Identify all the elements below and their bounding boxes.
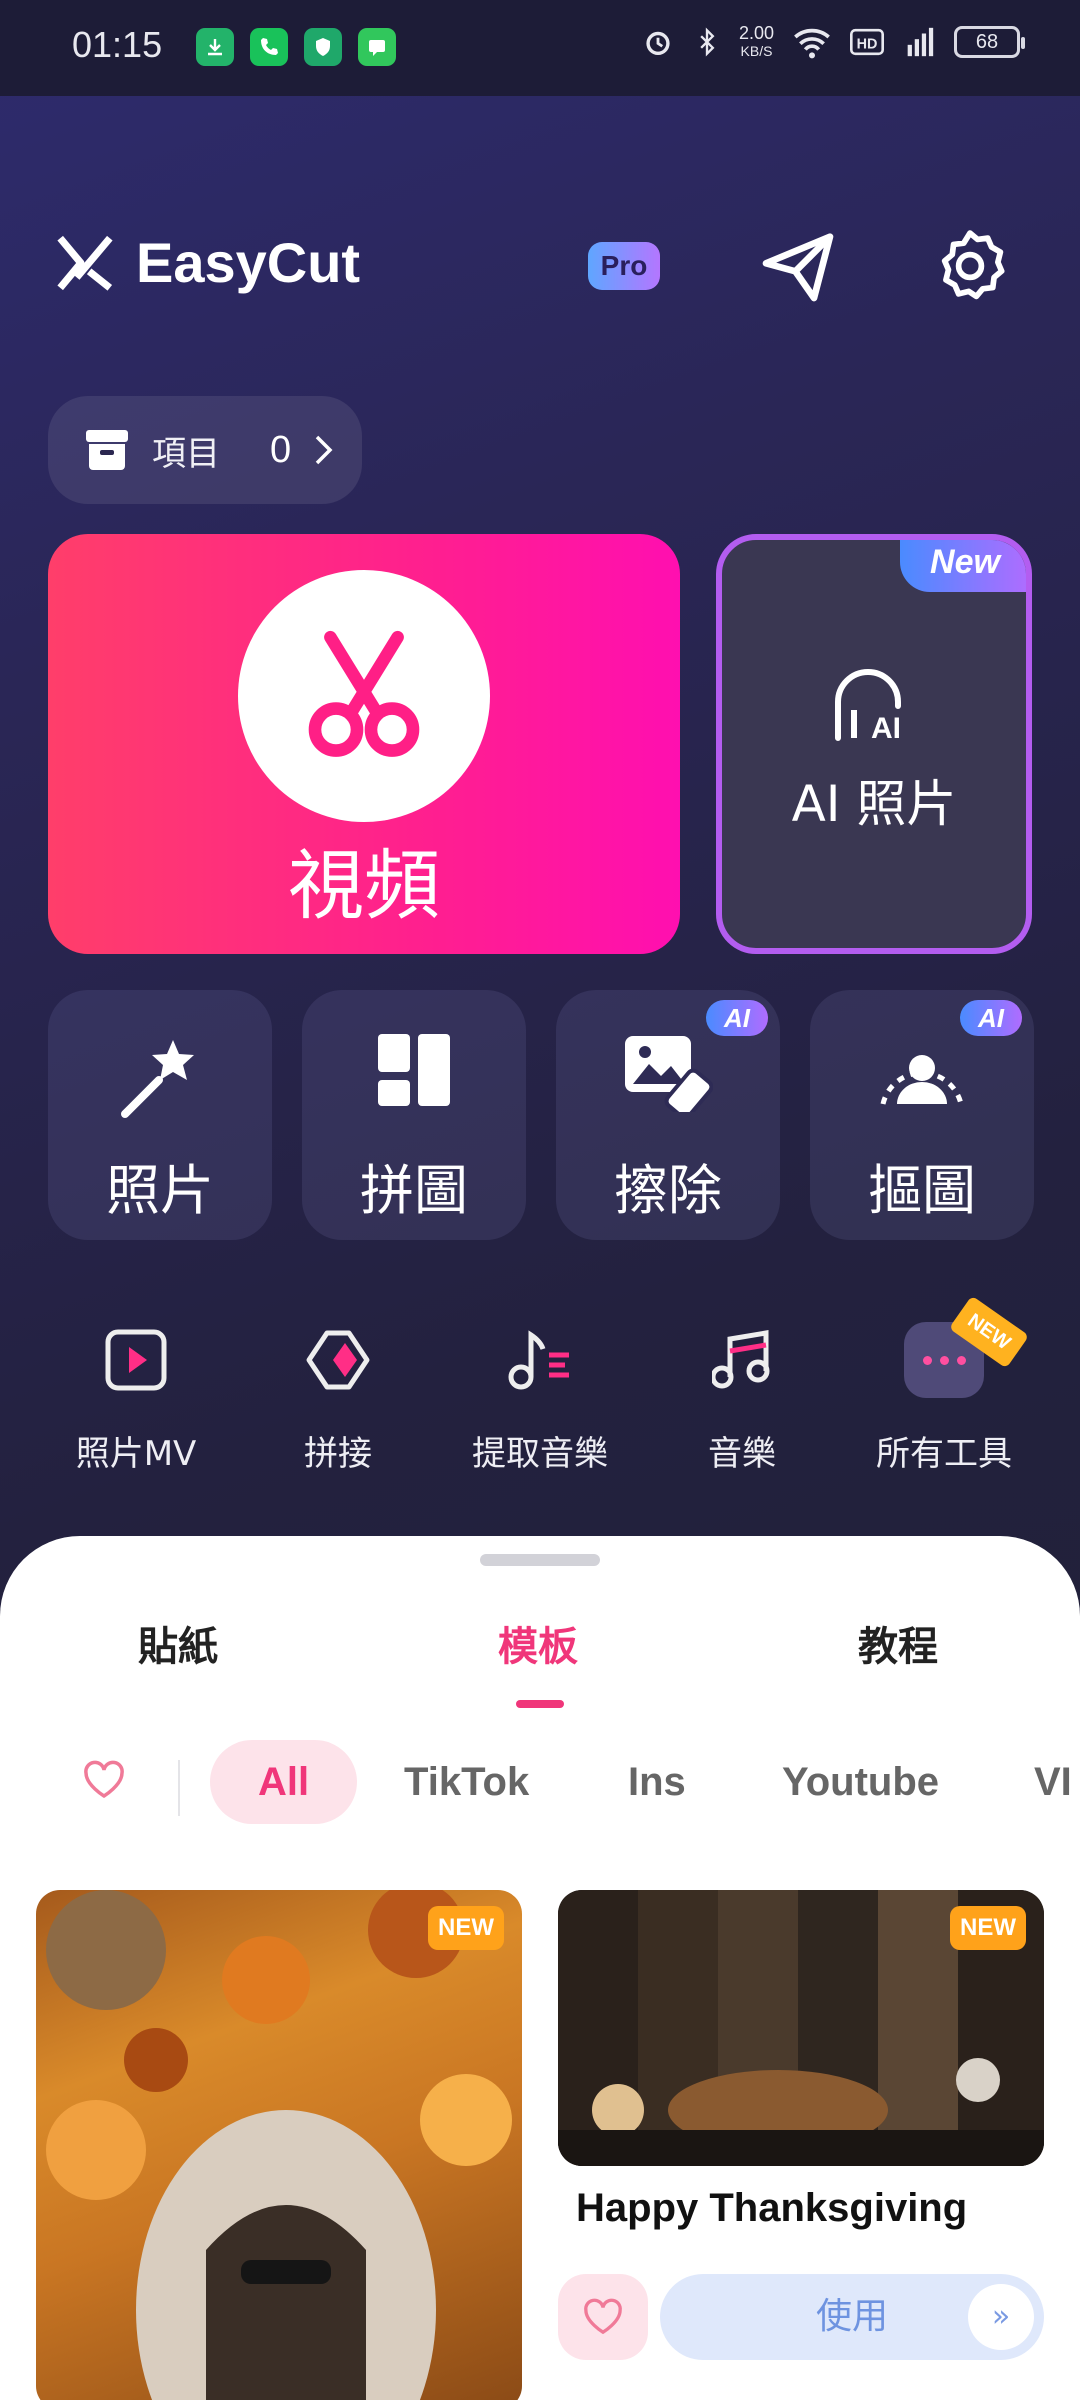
play-square-icon [36, 1320, 236, 1400]
ai-photo-card[interactable]: New AI AI 照片 [716, 534, 1032, 954]
alarm-icon [646, 31, 670, 56]
favorites-chip[interactable] [82, 1760, 126, 1804]
extract-music-icon [440, 1320, 640, 1400]
projects-button[interactable]: 項目 0 [48, 396, 362, 504]
app-header: EasyCut Pro [54, 220, 1026, 310]
status-system-icons: 2.00 KB/S HD 68 [641, 23, 1025, 60]
music-note-icon [642, 1320, 842, 1400]
tile-label: 照片 [106, 1159, 214, 1222]
double-chevron-icon: » [968, 2284, 1034, 2350]
tool-label: 所有工具 [876, 1434, 1012, 1474]
bottom-sheet: 貼紙 模板 教程 All TikTok Ins Youtube VI NEW N… [0, 1536, 1080, 2400]
tile-label: 摳圖 [868, 1159, 976, 1222]
tool-extract-music[interactable]: 提取音樂 [440, 1320, 640, 1475]
tool-label: 照片MV [75, 1434, 197, 1474]
new-tag: New [900, 540, 1026, 592]
tool-photo-mv[interactable]: 照片MV [36, 1320, 236, 1475]
bluetooth-icon [700, 27, 715, 57]
tile-photo[interactable]: 照片 [48, 990, 272, 1240]
heart-icon [584, 2298, 622, 2335]
brand: EasyCut [54, 230, 360, 295]
ai-badge: AI [960, 1000, 1022, 1036]
hd-icon: HD [850, 28, 884, 56]
easycut-logo-icon [57, 235, 113, 291]
chip-divider [178, 1760, 180, 1816]
message-icon [358, 28, 396, 66]
gear-icon [941, 230, 1005, 300]
status-time: 01:15 [72, 24, 163, 65]
network-speed: 2.00 KB/S [738, 23, 774, 59]
svg-text:AI: AI [871, 712, 901, 744]
tool-label: 提取音樂 [472, 1434, 608, 1474]
collage-icon [302, 1032, 526, 1108]
new-badge: NEW [428, 1906, 504, 1950]
ai-badge: AI [706, 1000, 768, 1036]
magic-wand-icon [48, 1032, 272, 1122]
active-tab-indicator [516, 1700, 564, 1708]
brand-name: EasyCut [136, 231, 361, 294]
tile-label: 拼圖 [360, 1159, 468, 1222]
tool-label: 音樂 [708, 1434, 776, 1474]
tool-merge[interactable]: 拼接 [238, 1320, 438, 1475]
chip-ins[interactable]: Ins [628, 1740, 686, 1824]
ai-photo-label: AI 照片 [791, 775, 957, 833]
tab-templates[interactable]: 模板 [498, 1614, 578, 1672]
chip-vi[interactable]: VI [1034, 1740, 1072, 1824]
send-button[interactable] [758, 226, 838, 306]
cutout-icon [810, 1032, 1034, 1112]
favorite-button[interactable] [558, 2274, 648, 2360]
status-app-icons [196, 28, 396, 66]
chip-all[interactable]: All [210, 1740, 358, 1824]
tool-tiles: 照片 拼圖 AI 擦除 AI 摳圖 [48, 990, 1034, 1240]
tool-label: 拼接 [304, 1434, 372, 1474]
battery-indicator: 68 [954, 26, 1025, 58]
signal-icon [907, 27, 934, 57]
projects-count: 0 [270, 428, 292, 471]
use-label: 使用 [815, 2296, 888, 2337]
video-label: 視頻 [288, 841, 440, 930]
tile-label: 擦除 [614, 1159, 722, 1222]
heart-icon [84, 1760, 124, 1799]
chip-youtube[interactable]: Youtube [782, 1740, 939, 1824]
wifi-icon [794, 28, 830, 59]
download-icon [196, 28, 234, 66]
use-template-button[interactable]: 使用 » [660, 2274, 1044, 2360]
tool-music[interactable]: 音樂 [642, 1320, 842, 1475]
ai-portrait-icon: AI [835, 669, 901, 744]
new-badge: NEW [950, 1906, 1026, 1950]
template-title: Happy Thanksgiving [576, 2186, 968, 2230]
phone-icon [250, 28, 288, 66]
pro-button[interactable]: Pro [588, 242, 660, 290]
merge-icon [238, 1320, 438, 1400]
scissors-icon [308, 630, 420, 757]
projects-label: 項目 [152, 433, 220, 474]
tool-all-tools[interactable]: NEW 所有工具 [844, 1295, 1044, 1475]
video-editor-card[interactable]: 視頻 [48, 534, 680, 954]
template-card[interactable]: NEW [36, 1890, 522, 2400]
sheet-drag-handle[interactable] [480, 1554, 600, 1566]
svg-text:HD: HD [857, 37, 878, 53]
shield-icon [304, 28, 342, 66]
small-tools-row: 照片MV 拼接 提取音樂 音樂 NEW 所有工具 [36, 1295, 1044, 1475]
tile-collage[interactable]: 拼圖 [302, 990, 526, 1240]
template-thumbnail [46, 1890, 512, 2400]
tile-cutout[interactable]: AI 摳圖 [810, 990, 1034, 1240]
chip-tiktok[interactable]: TikTok [404, 1740, 529, 1824]
archive-box-icon [86, 430, 128, 470]
paper-plane-icon [762, 233, 834, 302]
scissors-circle [238, 570, 490, 822]
status-bar: 01:15 2.00 KB/S HD 68 [0, 0, 1080, 96]
category-chips: All TikTok Ins Youtube VI [0, 1740, 1080, 1824]
template-card-thumbnail[interactable]: NEW [558, 1890, 1044, 2166]
settings-button[interactable] [932, 228, 1008, 304]
tab-tutorials[interactable]: 教程 [858, 1614, 938, 1672]
chevron-right-icon [315, 435, 333, 465]
tab-stickers[interactable]: 貼紙 [138, 1614, 218, 1672]
tile-erase[interactable]: AI 擦除 [556, 990, 780, 1240]
eraser-icon [556, 1032, 780, 1112]
